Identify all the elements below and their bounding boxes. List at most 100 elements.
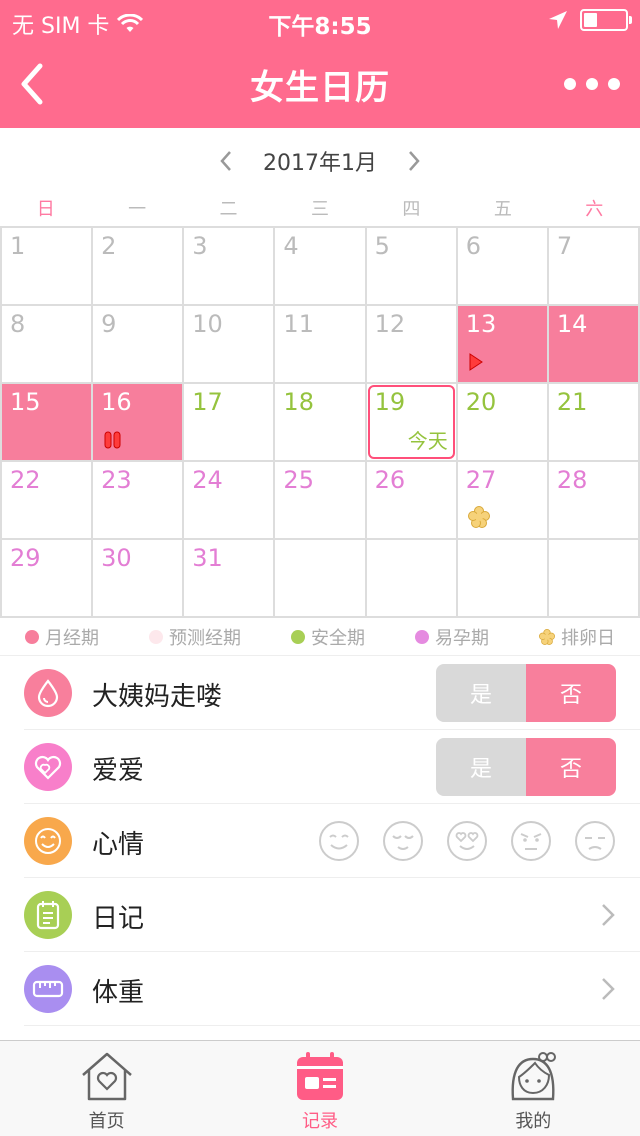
- home-heart-icon: [81, 1052, 132, 1101]
- calendar-day-16[interactable]: 16: [93, 384, 185, 462]
- love-row: 爱爱 是 否: [0, 730, 640, 804]
- day-number: 21: [556, 388, 588, 416]
- day-number: 14: [556, 310, 588, 338]
- day-number: 5: [374, 232, 390, 260]
- smile-icon: [24, 817, 72, 865]
- yes-button[interactable]: 是: [436, 664, 526, 722]
- weekday-header: 日一二三四五六: [0, 194, 640, 226]
- day-number: 15: [10, 388, 41, 416]
- calendar-day-3[interactable]: 3: [184, 228, 276, 306]
- legend-item: 预测经期: [149, 624, 241, 650]
- dot-icon: [586, 78, 598, 90]
- day-number: 20: [465, 388, 497, 416]
- legend-label: 易孕期: [435, 627, 489, 649]
- day-number: 10: [192, 310, 223, 338]
- day-number: 17: [192, 388, 223, 416]
- chevron-left-icon: [220, 151, 231, 171]
- mood-picker: [318, 820, 616, 862]
- legend-item: 月经期: [25, 624, 99, 650]
- day-number: 23: [101, 466, 132, 494]
- more-button[interactable]: [564, 66, 620, 102]
- day-number: 16: [101, 388, 132, 416]
- calendar-empty-cell: [275, 540, 367, 618]
- sad-face-icon[interactable]: [574, 820, 616, 862]
- legend-item: 排卵日: [539, 624, 615, 650]
- location-arrow-icon: [549, 11, 567, 29]
- water-drop-icon: [24, 669, 72, 717]
- love-face-icon[interactable]: [446, 820, 488, 862]
- calendar-day-23[interactable]: 23: [93, 462, 185, 540]
- smile-face-icon[interactable]: [318, 820, 360, 862]
- day-number: 30: [101, 544, 132, 572]
- day-number: 24: [192, 466, 223, 494]
- legend-item: 易孕期: [415, 624, 489, 650]
- tab-home[interactable]: 首页: [0, 1041, 213, 1136]
- weekday-label: 四: [402, 199, 421, 220]
- content-face-icon[interactable]: [382, 820, 424, 862]
- calendar-day-14[interactable]: 14: [548, 306, 640, 384]
- tab-me[interactable]: 我的: [427, 1041, 640, 1136]
- calendar-day-25[interactable]: 25: [275, 462, 367, 540]
- tab-label: 首页: [88, 1111, 125, 1132]
- next-month-button[interactable]: [399, 146, 429, 176]
- calendar-day-18[interactable]: 18: [275, 384, 367, 462]
- tab-record[interactable]: 记录: [213, 1041, 426, 1136]
- angry-face-icon[interactable]: [510, 820, 552, 862]
- calendar-day-15[interactable]: 15: [2, 384, 94, 462]
- no-button[interactable]: 否: [526, 738, 616, 796]
- weekday-label: 六: [585, 199, 604, 220]
- calendar-day-12[interactable]: 12: [366, 306, 458, 384]
- back-button[interactable]: [14, 60, 62, 108]
- tab-bar: 首页 记录 我的: [0, 1040, 640, 1136]
- diary-row[interactable]: 日记: [0, 878, 640, 952]
- calendar-day-24[interactable]: 24: [184, 462, 276, 540]
- period-ended-label: 大姨妈走喽: [92, 682, 223, 712]
- ovulation-flower-icon: [539, 628, 555, 645]
- calendar-day-9[interactable]: 9: [93, 306, 185, 384]
- calendar-day-11[interactable]: 11: [275, 306, 367, 384]
- prev-month-button[interactable]: [211, 146, 241, 176]
- calendar-day-7[interactable]: 7: [548, 228, 640, 306]
- calendar-day-17[interactable]: 17: [184, 384, 276, 462]
- calendar-day-22[interactable]: 22: [2, 462, 94, 540]
- day-number: 18: [283, 388, 314, 416]
- day-number: 26: [374, 466, 406, 494]
- calendar-day-21[interactable]: 21: [548, 384, 640, 462]
- calendar-day-10[interactable]: 10: [184, 306, 276, 384]
- chevron-right-icon: [409, 151, 420, 171]
- calendar-day-5[interactable]: 5: [366, 228, 458, 306]
- legend-dot-icon: [25, 629, 39, 644]
- calendar-day-20[interactable]: 20: [457, 384, 549, 462]
- weight-row[interactable]: 体重: [0, 952, 640, 1026]
- day-number: 25: [283, 466, 314, 494]
- calendar-day-27[interactable]: 27: [457, 462, 549, 540]
- day-number: 22: [10, 466, 41, 494]
- day-number: 28: [556, 466, 588, 494]
- period-ended-toggle: 是 否: [436, 664, 616, 722]
- day-number: 6: [465, 232, 481, 260]
- day-number: 13: [465, 310, 497, 338]
- day-number: 2: [101, 232, 117, 260]
- calendar-day-28[interactable]: 28: [548, 462, 640, 540]
- calendar-day-26[interactable]: 26: [366, 462, 458, 540]
- love-label: 爱爱: [92, 756, 145, 786]
- day-number: 29: [10, 544, 41, 572]
- no-button[interactable]: 否: [526, 664, 616, 722]
- diary-label: 日记: [92, 904, 145, 934]
- tab-label: 我的: [515, 1111, 552, 1132]
- calendar-day-8[interactable]: 8: [2, 306, 94, 384]
- calendar-day-31[interactable]: 31: [184, 540, 276, 618]
- calendar-day-4[interactable]: 4: [275, 228, 367, 306]
- calendar-day-2[interactable]: 2: [93, 228, 185, 306]
- day-number: 8: [10, 310, 26, 338]
- day-number: 3: [192, 232, 208, 260]
- calendar-day-13[interactable]: 13: [457, 306, 549, 384]
- calendar-day-29[interactable]: 29: [2, 540, 94, 618]
- calendar-day-6[interactable]: 6: [457, 228, 549, 306]
- dot-icon: [608, 78, 620, 90]
- calendar-day-19[interactable]: 19 今天: [366, 384, 458, 462]
- day-number: 1: [10, 232, 26, 260]
- calendar-day-1[interactable]: 1: [2, 228, 94, 306]
- calendar-day-30[interactable]: 30: [93, 540, 185, 618]
- yes-button[interactable]: 是: [436, 738, 526, 796]
